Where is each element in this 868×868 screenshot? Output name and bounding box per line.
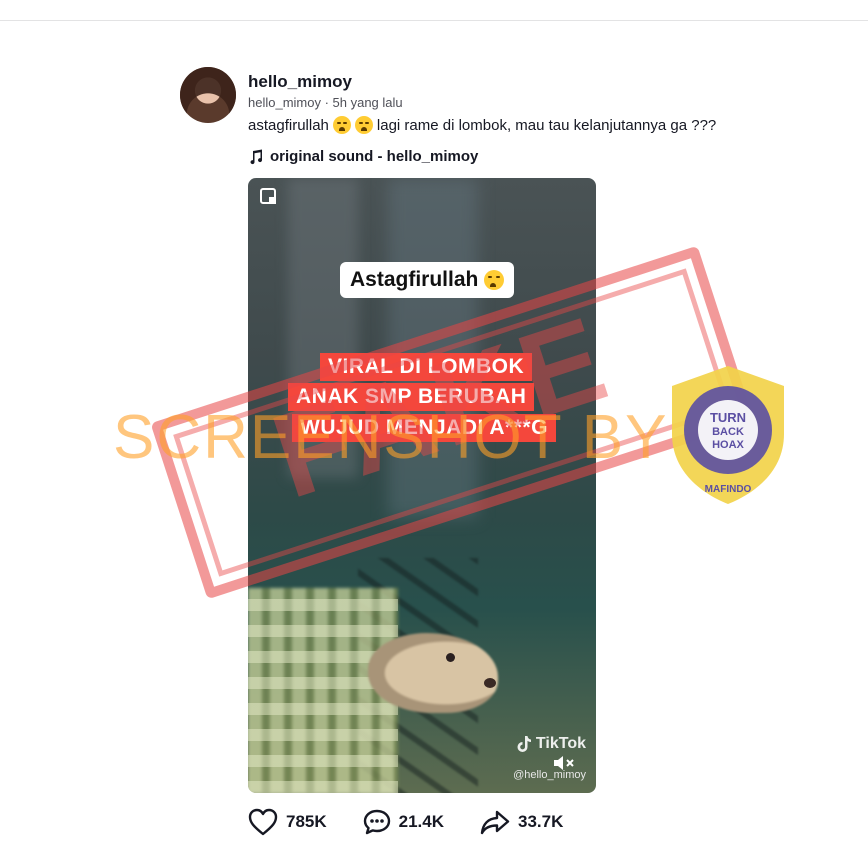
badge-mafindo: MAFINDO — [705, 484, 752, 495]
top-divider — [0, 20, 868, 21]
video-label-top: Astagfirullah — [340, 262, 515, 298]
caption: astagfirullah lagi rame di lombok, mau t… — [248, 116, 716, 134]
avatar[interactable] — [180, 67, 236, 123]
video-text-line-1: VIRAL DI LOMBOK — [320, 353, 533, 381]
caption-start: astagfirullah — [248, 116, 329, 134]
video-player[interactable]: Astagfirullah VIRAL DI LOMBOK ANAK SMP B… — [248, 178, 596, 793]
tiktok-logo: TikTok — [516, 735, 586, 753]
comment-button[interactable]: 21.4K — [363, 808, 444, 836]
badge-hoax: HOAX — [712, 439, 744, 451]
sound-label: original sound - hello_mimoy — [270, 148, 479, 165]
mute-icon[interactable] — [552, 753, 576, 773]
miniplayer-icon[interactable] — [260, 188, 276, 204]
tiktok-note-icon — [517, 736, 531, 752]
crying-emoji-icon — [332, 116, 351, 134]
badge-turn: TURN — [710, 410, 746, 425]
like-button[interactable]: 785K — [248, 808, 327, 836]
crying-emoji-icon — [354, 116, 373, 134]
sound-link[interactable]: original sound - hello_mimoy — [248, 148, 478, 165]
music-note-icon — [250, 149, 263, 164]
caption-rest: lagi rame di lombok, mau tau kelanjutann… — [376, 116, 717, 134]
heart-icon — [248, 808, 278, 836]
share-count: 33.7K — [518, 812, 564, 831]
video-text-line-3: WUJUD MENJADI A***G — [292, 414, 556, 442]
action-bar: 785K 21.4K 33.7K — [248, 808, 599, 836]
video-text-line-2: ANAK SMP BERUBAH — [288, 383, 535, 411]
turnbackhoax-badge-logo: TURN BACK HOAX MAFINDO — [672, 366, 784, 504]
crying-emoji-icon — [484, 270, 505, 290]
post-meta: hello_mimoy · 5h yang lalu — [248, 95, 403, 110]
share-arrow-icon — [480, 810, 510, 835]
badge-back: BACK — [712, 426, 744, 438]
comment-count: 21.4K — [398, 812, 445, 831]
username[interactable]: hello_mimoy — [248, 72, 352, 92]
share-button[interactable]: 33.7K — [480, 809, 563, 835]
comment-icon — [363, 809, 390, 835]
like-count: 785K — [286, 812, 327, 831]
